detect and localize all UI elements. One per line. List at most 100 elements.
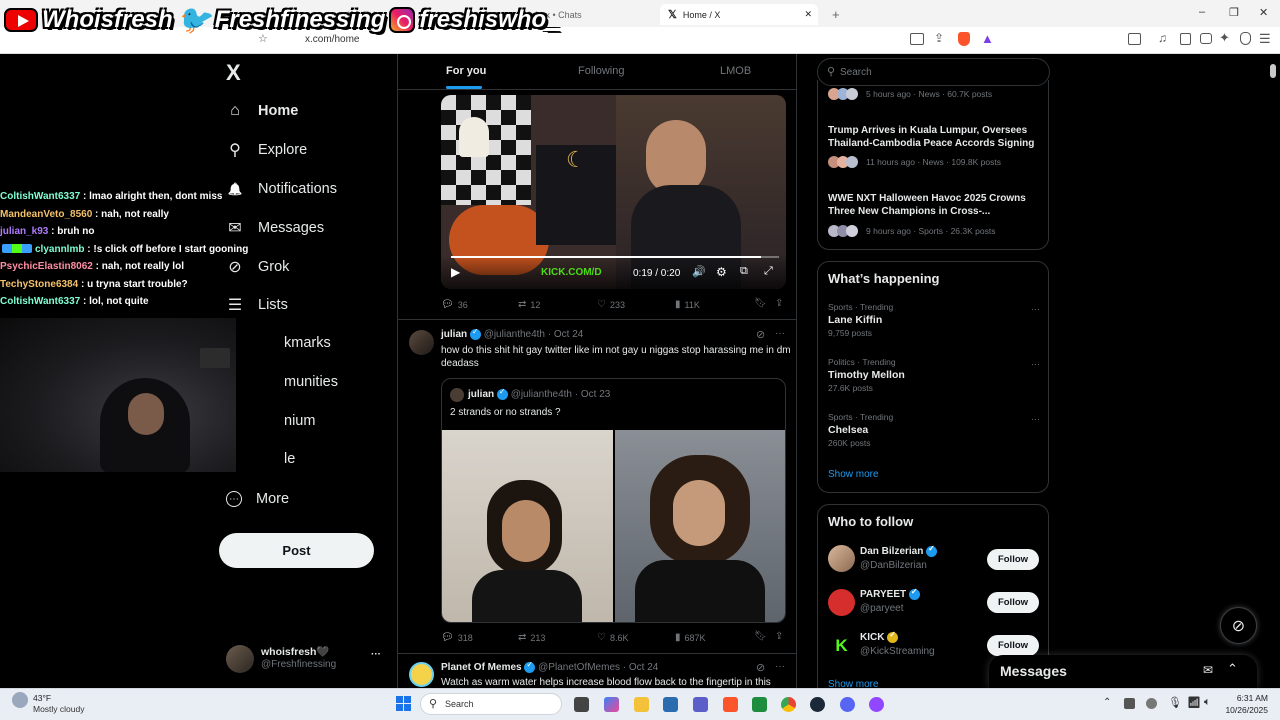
sidebar-item-premium[interactable]: nium: [284, 413, 315, 429]
weather-temp[interactable]: 43°F: [33, 693, 51, 703]
tray-app-icon[interactable]: [1146, 698, 1157, 709]
bookmark-post-icon[interactable]: 🔖︎: [754, 631, 767, 642]
sidebar-item-profile[interactable]: le: [284, 451, 295, 467]
grok-post-icon[interactable]: ⊘: [756, 328, 765, 341]
sidebar-item-notifications[interactable]: 🔔 Notifications: [226, 180, 337, 198]
post-date[interactable]: · Oct 24: [548, 329, 584, 340]
sidebar-item-explore[interactable]: ⚲ Explore: [226, 141, 307, 159]
close-window-button[interactable]: ✕: [1259, 6, 1268, 19]
follow-name[interactable]: PARYEET: [860, 589, 906, 600]
copilot-icon[interactable]: [604, 697, 619, 712]
account-switcher[interactable]: whoisfresh🖤 @Freshfinessing ···: [226, 643, 396, 679]
brave-shield-icon[interactable]: [958, 32, 970, 46]
views-action[interactable]: ▮ 11K: [675, 299, 700, 310]
follow-name[interactable]: KICK: [860, 632, 884, 643]
new-message-icon[interactable]: ✉: [1203, 663, 1213, 677]
tab-following[interactable]: Following: [578, 65, 624, 77]
minimize-button[interactable]: –: [1199, 6, 1205, 18]
more-options-icon[interactable]: ···: [775, 661, 785, 672]
brave-taskbar-icon[interactable]: [723, 697, 738, 712]
discord-icon[interactable]: [840, 697, 855, 712]
news-title[interactable]: WWE NXT Halloween Havoc 2025 Crowns Thre…: [828, 192, 1040, 218]
leo-ai-icon[interactable]: ✦: [1219, 30, 1230, 46]
maximize-button[interactable]: ❐: [1229, 6, 1239, 19]
news-title[interactable]: Trump Arrives in Kuala Lumpur, Oversees …: [828, 124, 1040, 150]
follow-button[interactable]: Follow: [987, 549, 1039, 570]
expand-icon[interactable]: ⌃: [1227, 661, 1238, 677]
play-icon[interactable]: ▶: [451, 265, 460, 279]
avatar[interactable]: [828, 589, 855, 616]
tab-for-you[interactable]: For you: [446, 65, 486, 77]
file-explorer-icon[interactable]: [634, 697, 649, 712]
taskbar-date[interactable]: 10/26/2025: [1216, 705, 1268, 715]
like-action[interactable]: ♡ 8.6K: [597, 632, 628, 643]
reply-action[interactable]: 💬︎ 318: [441, 632, 473, 643]
menu-icon[interactable]: ☰: [1259, 31, 1271, 47]
views-action[interactable]: ▮ 687K: [675, 632, 706, 643]
url-field[interactable]: x.com/home: [305, 34, 359, 45]
share-post-icon[interactable]: ⇪: [775, 298, 783, 309]
weather-icon[interactable]: [12, 692, 28, 708]
tab-home-x[interactable]: 𝕏 Home / X ✕: [660, 4, 818, 25]
avatar[interactable]: [409, 662, 434, 687]
avatar[interactable]: [828, 545, 855, 572]
more-options-icon[interactable]: ···: [1031, 359, 1040, 369]
volume-icon[interactable]: 🔊: [692, 265, 706, 278]
post-date[interactable]: · Oct 24: [623, 662, 659, 673]
follow-button[interactable]: Follow: [987, 592, 1039, 613]
reply-action[interactable]: 💬︎ 36: [441, 299, 468, 310]
tray-app-icon[interactable]: [1124, 698, 1135, 709]
quoted-post[interactable]: julian @julianthe4th · Oct 23 2 strands …: [441, 378, 786, 623]
author-name[interactable]: julian: [441, 329, 467, 340]
video-player[interactable]: ☾ ▶ KICK.COM/D 0:19 / 0:20 🔊 ⚙ ⧉ ⤢: [441, 95, 786, 289]
show-more-link[interactable]: Show more: [828, 469, 879, 480]
author-handle[interactable]: @julianthe4th: [484, 329, 545, 340]
sidebar-item-home[interactable]: ⌂ Home: [226, 102, 298, 120]
steam-icon[interactable]: [810, 697, 825, 712]
taskbar-search[interactable]: ⚲ Search: [420, 693, 562, 715]
wifi-icon[interactable]: 📶︎: [1187, 696, 1201, 709]
sidebar-item-communities[interactable]: munities: [284, 374, 338, 390]
weather-desc[interactable]: Mostly cloudy: [33, 704, 85, 714]
share-post-icon[interactable]: ⇪: [775, 631, 783, 642]
x-logo[interactable]: X: [226, 60, 241, 86]
wallet-icon[interactable]: [1200, 33, 1212, 44]
settings-gear-icon[interactable]: ⚙: [716, 265, 727, 279]
cast-icon[interactable]: [910, 33, 924, 45]
avatar[interactable]: [409, 330, 434, 355]
twitch-icon[interactable]: [869, 697, 884, 712]
sidebar-toggle-icon[interactable]: [1128, 33, 1141, 45]
brave-rewards-icon[interactable]: ▲: [981, 31, 994, 46]
pip-icon[interactable]: ⧉: [740, 265, 748, 278]
more-dots-icon[interactable]: ···: [371, 649, 381, 660]
fullscreen-icon[interactable]: ⤢: [764, 265, 773, 278]
trend-item[interactable]: Sports · Trending Lane Kiffin 9,759 post…: [828, 302, 1040, 342]
task-view-icon[interactable]: [574, 697, 589, 712]
speaker-icon[interactable]: 🔈︎: [1204, 696, 1211, 709]
quote-image-left[interactable]: [442, 430, 613, 622]
tray-overflow-icon[interactable]: ⌃: [1103, 697, 1111, 708]
sidebar-item-messages[interactable]: ✉ Messages: [226, 219, 324, 237]
quote-image-right[interactable]: [615, 430, 785, 622]
taskbar-time[interactable]: 6:31 AM: [1226, 693, 1268, 703]
teams-icon[interactable]: [693, 697, 708, 712]
more-options-icon[interactable]: ···: [1031, 414, 1040, 424]
grok-fab-icon[interactable]: ⊘: [1220, 607, 1257, 644]
post-button[interactable]: Post: [219, 533, 374, 568]
app-icon[interactable]: [752, 697, 767, 712]
share-icon[interactable]: ⇪: [934, 31, 944, 45]
vpn-icon[interactable]: [1240, 32, 1251, 45]
trend-item[interactable]: Politics · Trending Timothy Mellon 27.6K…: [828, 357, 1040, 397]
store-icon[interactable]: [663, 697, 678, 712]
messages-drawer[interactable]: Messages ✉ ⌃: [989, 655, 1257, 688]
search-input[interactable]: Search: [840, 67, 872, 78]
music-icon[interactable]: ♫: [1158, 31, 1167, 45]
reader-icon[interactable]: [1180, 33, 1191, 45]
sidebar-item-bookmarks[interactable]: kmarks: [284, 335, 331, 351]
sidebar-item-more[interactable]: ⋯ More: [226, 491, 289, 507]
bookmark-post-icon[interactable]: 🔖︎: [754, 298, 767, 309]
tab-close-icon[interactable]: ✕: [804, 9, 812, 20]
kick-logo-icon[interactable]: K: [828, 632, 855, 659]
repost-action[interactable]: ⇄ 12: [518, 299, 540, 310]
author-handle[interactable]: @PlanetOfMemes: [538, 662, 620, 673]
